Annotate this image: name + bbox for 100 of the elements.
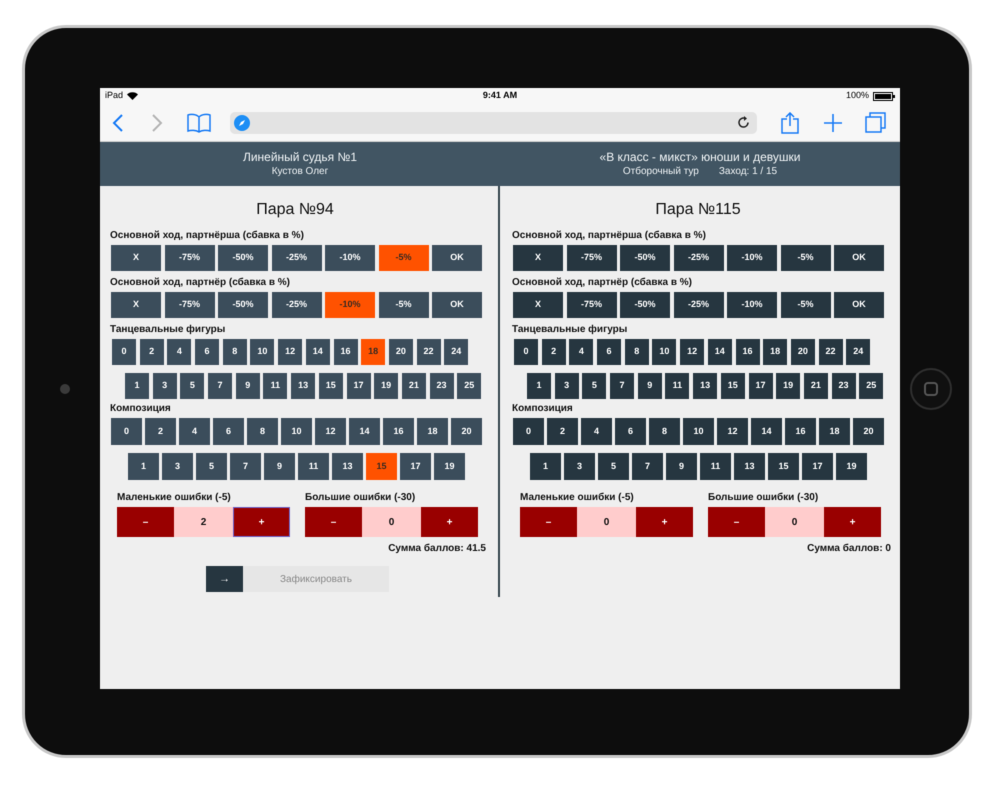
minus-button[interactable]: – — [305, 507, 362, 537]
score-option[interactable]: 0 — [514, 339, 538, 365]
score-option[interactable]: 11 — [665, 373, 690, 399]
penalty-option[interactable]: -50% — [218, 292, 268, 318]
plus-button[interactable]: + — [636, 507, 693, 537]
score-option[interactable]: 25 — [457, 373, 482, 399]
score-option[interactable]: 16 — [334, 339, 358, 365]
score-option[interactable]: 3 — [162, 453, 193, 480]
score-option[interactable]: 14 — [349, 418, 380, 445]
score-option[interactable]: 7 — [230, 453, 261, 480]
score-option[interactable]: 15 — [720, 373, 745, 399]
score-option[interactable]: 0 — [513, 418, 544, 445]
penalty-option[interactable]: OK — [432, 245, 482, 271]
penalty-option[interactable]: -10% — [727, 245, 777, 271]
penalty-option[interactable]: -50% — [620, 245, 670, 271]
score-option[interactable]: 3 — [152, 373, 177, 399]
score-option[interactable]: 1 — [125, 373, 149, 399]
score-option[interactable]: 14 — [306, 339, 330, 365]
reload-icon[interactable] — [737, 116, 750, 129]
penalty-option[interactable]: -75% — [566, 245, 616, 271]
score-option[interactable]: 18 — [819, 418, 850, 445]
score-option[interactable]: 15 — [366, 453, 397, 480]
score-option[interactable]: 15 — [318, 373, 343, 399]
score-option[interactable]: 12 — [315, 418, 346, 445]
score-option[interactable]: 9 — [638, 373, 662, 399]
penalty-option[interactable]: -50% — [620, 292, 670, 318]
plus-button[interactable]: + — [421, 507, 478, 537]
score-option[interactable]: 10 — [281, 418, 312, 445]
score-option[interactable]: 1 — [530, 453, 561, 480]
score-option[interactable]: 11 — [700, 453, 731, 480]
score-option[interactable]: 8 — [649, 418, 680, 445]
score-option[interactable]: 17 — [802, 453, 833, 480]
back-icon[interactable] — [112, 114, 124, 132]
score-option[interactable]: 7 — [632, 453, 663, 480]
score-option[interactable]: 7 — [610, 373, 634, 399]
penalty-option[interactable]: X — [513, 292, 563, 318]
score-option[interactable]: 19 — [836, 453, 867, 480]
penalty-option[interactable]: -75% — [164, 245, 214, 271]
score-option[interactable]: 24 — [846, 339, 870, 365]
score-option[interactable]: 20 — [790, 339, 815, 365]
score-option[interactable]: 17 — [400, 453, 431, 480]
score-option[interactable]: 9 — [264, 453, 295, 480]
score-option[interactable]: 13 — [693, 373, 718, 399]
score-option[interactable]: 18 — [417, 418, 448, 445]
score-option[interactable]: 16 — [736, 339, 760, 365]
plus-icon[interactable] — [823, 112, 843, 132]
score-option[interactable]: 6 — [597, 339, 622, 365]
minus-button[interactable]: – — [708, 507, 765, 537]
penalty-option[interactable]: -10% — [325, 292, 375, 318]
penalty-option[interactable]: -75% — [164, 292, 214, 318]
score-option[interactable]: 25 — [859, 373, 884, 399]
score-option[interactable]: 14 — [708, 339, 732, 365]
penalty-option[interactable]: -25% — [272, 292, 322, 318]
score-option[interactable]: 9 — [236, 373, 260, 399]
score-option[interactable]: 2 — [145, 418, 176, 445]
score-option[interactable]: 3 — [554, 373, 579, 399]
penalty-option[interactable]: OK — [432, 292, 482, 318]
score-option[interactable]: 13 — [332, 453, 363, 480]
score-option[interactable]: 12 — [717, 418, 748, 445]
penalty-option[interactable]: -5% — [378, 245, 428, 271]
score-option[interactable]: 6 — [213, 418, 244, 445]
score-option[interactable]: 16 — [785, 418, 816, 445]
score-option[interactable]: 5 — [180, 373, 204, 399]
penalty-option[interactable]: -75% — [566, 292, 616, 318]
score-option[interactable]: 18 — [361, 339, 386, 365]
score-option[interactable]: 8 — [222, 339, 247, 365]
score-option[interactable]: 19 — [434, 453, 465, 480]
penalty-option[interactable]: X — [111, 292, 161, 318]
score-option[interactable]: 1 — [527, 373, 551, 399]
score-option[interactable]: 8 — [624, 339, 649, 365]
score-option[interactable]: 21 — [804, 373, 828, 399]
penalty-option[interactable]: X — [111, 245, 161, 271]
penalty-option[interactable]: -25% — [674, 292, 724, 318]
score-option[interactable]: 4 — [569, 339, 594, 365]
score-option[interactable]: 9 — [666, 453, 697, 480]
score-option[interactable]: 18 — [763, 339, 788, 365]
penalty-option[interactable]: -5% — [378, 292, 428, 318]
score-option[interactable]: 0 — [111, 418, 142, 445]
penalty-option[interactable]: OK — [834, 292, 884, 318]
score-option[interactable]: 2 — [140, 339, 164, 365]
tabs-icon[interactable] — [865, 112, 886, 133]
penalty-option[interactable]: OK — [834, 245, 884, 271]
score-option[interactable]: 23 — [832, 373, 856, 399]
minus-button[interactable]: – — [520, 507, 577, 537]
score-option[interactable]: 13 — [734, 453, 765, 480]
penalty-option[interactable]: -10% — [727, 292, 777, 318]
score-option[interactable]: 4 — [167, 339, 192, 365]
score-option[interactable]: 22 — [416, 339, 441, 365]
penalty-option[interactable]: -25% — [674, 245, 724, 271]
penalty-option[interactable]: -5% — [780, 245, 830, 271]
minus-button[interactable]: – — [117, 507, 174, 537]
score-option[interactable]: 10 — [250, 339, 274, 365]
score-option[interactable]: 2 — [547, 418, 578, 445]
score-option[interactable]: 5 — [598, 453, 629, 480]
penalty-option[interactable]: -25% — [272, 245, 322, 271]
share-icon[interactable] — [781, 112, 799, 134]
penalty-option[interactable]: -5% — [780, 292, 830, 318]
score-option[interactable]: 20 — [388, 339, 413, 365]
plus-button[interactable]: + — [233, 507, 290, 537]
score-option[interactable]: 11 — [298, 453, 329, 480]
